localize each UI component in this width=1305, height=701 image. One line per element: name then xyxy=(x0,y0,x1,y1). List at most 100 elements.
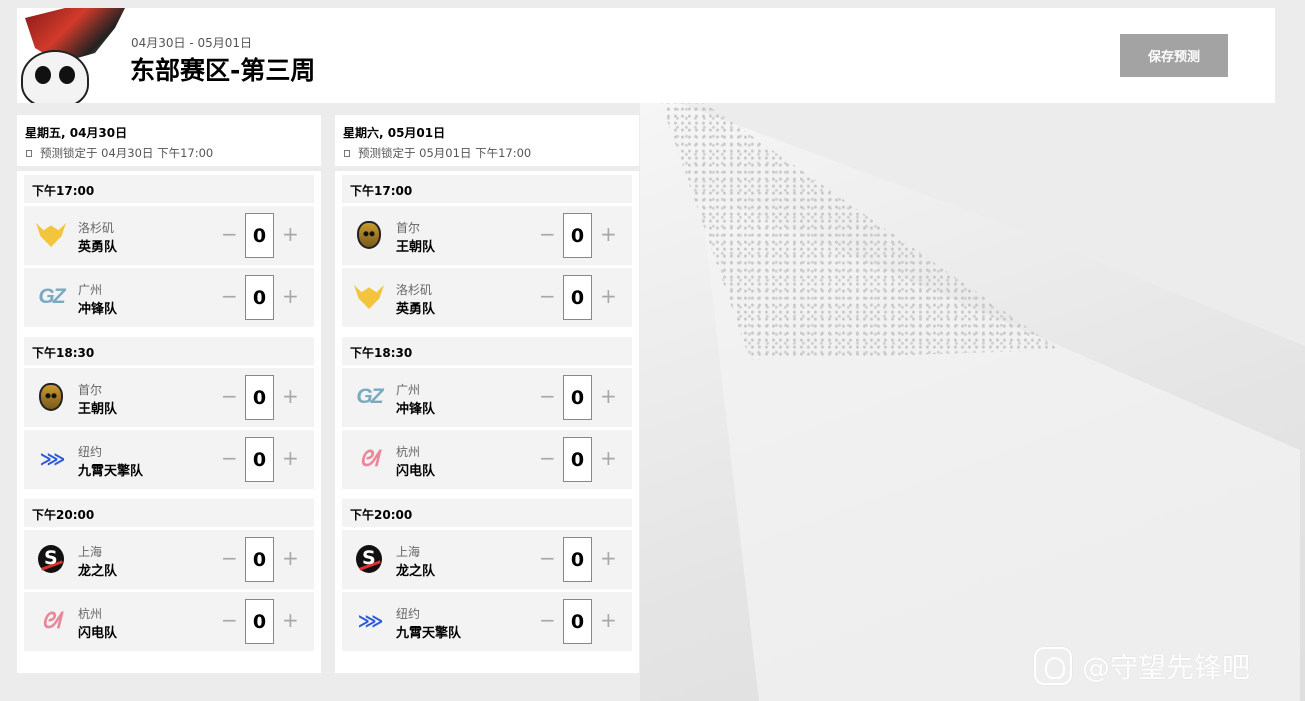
increase-score-button[interactable]: + xyxy=(282,546,299,570)
team-city: 杭州 xyxy=(78,607,103,621)
decrease-score-button[interactable]: − xyxy=(221,546,238,570)
increase-score-button[interactable]: + xyxy=(600,384,617,408)
team-logo-chengdu-hunters xyxy=(17,8,127,103)
save-prediction-button[interactable]: 保存预测 xyxy=(1120,34,1228,77)
la-valiant-icon xyxy=(354,282,384,312)
team-city: 洛杉矶 xyxy=(78,221,115,235)
match-slot: 下午20:00 上海 龙之队 − 0 + ᘛ 杭州 闪电队 − 0 + xyxy=(24,499,314,651)
decrease-score-button[interactable]: − xyxy=(221,284,238,308)
team-row: ᘛ 杭州 闪电队 − 0 + xyxy=(342,430,632,489)
increase-score-button[interactable]: + xyxy=(600,546,617,570)
match-slot: 下午18:30 首尔 王朝队 − 0 + ⋙ 纽约 九霄天擎队 − 0 + xyxy=(24,337,314,489)
team-row: 首尔 王朝队 − 0 + xyxy=(24,368,314,427)
decrease-score-button[interactable]: − xyxy=(539,608,556,632)
score-input[interactable]: 0 xyxy=(563,275,592,320)
team-city: 上海 xyxy=(396,545,421,559)
score-input[interactable]: 0 xyxy=(563,375,592,420)
match-slot: 下午17:00 首尔 王朝队 − 0 + 洛杉矶 英勇队 − 0 + xyxy=(342,175,632,327)
decrease-score-button[interactable]: − xyxy=(539,222,556,246)
score-input[interactable]: 0 xyxy=(245,437,274,482)
page-title: 东部赛区-第三周 xyxy=(130,56,316,85)
team-name: 英勇队 xyxy=(78,240,118,255)
watermark: @守望先锋吧 xyxy=(1034,644,1250,688)
team-name: 龙之队 xyxy=(396,564,436,579)
team-row: 上海 龙之队 − 0 + xyxy=(342,530,632,589)
day-header: 星期六, 05月01日 预测锁定于 05月01日 下午17:00 xyxy=(335,115,639,166)
team-row: 首尔 王朝队 − 0 + xyxy=(342,206,632,265)
tieba-icon xyxy=(1034,647,1072,685)
score-input[interactable]: 0 xyxy=(563,437,592,482)
la-valiant-icon xyxy=(36,220,66,250)
increase-score-button[interactable]: + xyxy=(600,284,617,308)
increase-score-button[interactable]: + xyxy=(600,446,617,470)
decrease-score-button[interactable]: − xyxy=(539,546,556,570)
shanghai-dragons-icon xyxy=(36,544,66,574)
team-city: 首尔 xyxy=(78,383,103,397)
match-time: 下午17:00 xyxy=(24,175,314,203)
lock-text: 预测锁定于 05月01日 下午17:00 xyxy=(358,146,532,160)
team-row: ᘛ 杭州 闪电队 − 0 + xyxy=(24,592,314,651)
team-name: 闪电队 xyxy=(78,626,118,641)
score-input[interactable]: 0 xyxy=(245,375,274,420)
team-city: 广州 xyxy=(396,383,421,397)
increase-score-button[interactable]: + xyxy=(600,222,617,246)
team-city: 首尔 xyxy=(396,221,421,235)
team-row: 洛杉矶 英勇队 − 0 + xyxy=(342,268,632,327)
score-input[interactable]: 0 xyxy=(563,537,592,582)
hangzhou-spark-icon: ᘛ xyxy=(359,446,379,472)
seoul-dynasty-icon xyxy=(36,382,66,412)
page-header: 04月30日 - 05月01日 东部赛区-第三周 保存预测 xyxy=(17,8,1275,103)
team-row: 上海 龙之队 − 0 + xyxy=(24,530,314,589)
increase-score-button[interactable]: + xyxy=(282,608,299,632)
team-row: ⋙ 纽约 九霄天擎队 − 0 + xyxy=(342,592,632,651)
day-matches: 下午17:00 首尔 王朝队 − 0 + 洛杉矶 英勇队 − 0 + 下午18:… xyxy=(335,171,639,673)
lock-info: 预测锁定于 05月01日 下午17:00 xyxy=(343,145,639,161)
score-input[interactable]: 0 xyxy=(563,599,592,644)
score-input[interactable]: 0 xyxy=(245,537,274,582)
decrease-score-button[interactable]: − xyxy=(221,384,238,408)
day-column: 星期六, 05月01日 预测锁定于 05月01日 下午17:00 下午17:00… xyxy=(335,115,639,673)
watermark-text: @守望先锋吧 xyxy=(1082,651,1251,684)
team-name: 九霄天擎队 xyxy=(78,464,144,479)
increase-score-button[interactable]: + xyxy=(282,222,299,246)
lock-icon xyxy=(344,149,350,157)
team-name: 冲锋队 xyxy=(396,402,436,417)
match-time: 下午17:00 xyxy=(342,175,632,203)
team-city: 上海 xyxy=(78,545,103,559)
team-row: GZ 广州 冲锋队 − 0 + xyxy=(342,368,632,427)
guangzhou-charge-icon: GZ xyxy=(38,285,65,308)
team-city: 纽约 xyxy=(78,445,103,459)
lock-icon xyxy=(26,149,32,157)
shanghai-dragons-icon xyxy=(354,544,384,574)
decrease-score-button[interactable]: − xyxy=(539,446,556,470)
increase-score-button[interactable]: + xyxy=(282,446,299,470)
match-slot: 下午20:00 上海 龙之队 − 0 + ⋙ 纽约 九霄天擎队 − 0 + xyxy=(342,499,632,651)
team-name: 王朝队 xyxy=(78,402,118,417)
decrease-score-button[interactable]: − xyxy=(539,384,556,408)
score-input[interactable]: 0 xyxy=(245,213,274,258)
seoul-dynasty-icon xyxy=(354,220,384,250)
team-row: GZ 广州 冲锋队 − 0 + xyxy=(24,268,314,327)
decrease-score-button[interactable]: − xyxy=(221,222,238,246)
increase-score-button[interactable]: + xyxy=(282,384,299,408)
guangzhou-charge-icon: GZ xyxy=(356,385,383,408)
increase-score-button[interactable]: + xyxy=(282,284,299,308)
team-row: 洛杉矶 英勇队 − 0 + xyxy=(24,206,314,265)
day-title: 星期五, 04月30日 xyxy=(25,126,128,140)
team-name: 英勇队 xyxy=(396,302,436,317)
team-name: 闪电队 xyxy=(396,464,436,479)
lock-text: 预测锁定于 04月30日 下午17:00 xyxy=(40,146,214,160)
decrease-score-button[interactable]: − xyxy=(221,608,238,632)
score-input[interactable]: 0 xyxy=(245,275,274,320)
day-matches: 下午17:00 洛杉矶 英勇队 − 0 + GZ 广州 冲锋队 − 0 + 下午… xyxy=(17,171,321,673)
decrease-score-button[interactable]: − xyxy=(539,284,556,308)
score-input[interactable]: 0 xyxy=(245,599,274,644)
match-time: 下午18:30 xyxy=(342,337,632,365)
increase-score-button[interactable]: + xyxy=(600,608,617,632)
score-input[interactable]: 0 xyxy=(563,213,592,258)
match-slot: 下午17:00 洛杉矶 英勇队 − 0 + GZ 广州 冲锋队 − 0 + xyxy=(24,175,314,327)
decrease-score-button[interactable]: − xyxy=(221,446,238,470)
match-time: 下午20:00 xyxy=(24,499,314,527)
match-slot: 下午18:30 GZ 广州 冲锋队 − 0 + ᘛ 杭州 闪电队 − 0 + xyxy=(342,337,632,489)
team-name: 龙之队 xyxy=(78,564,118,579)
